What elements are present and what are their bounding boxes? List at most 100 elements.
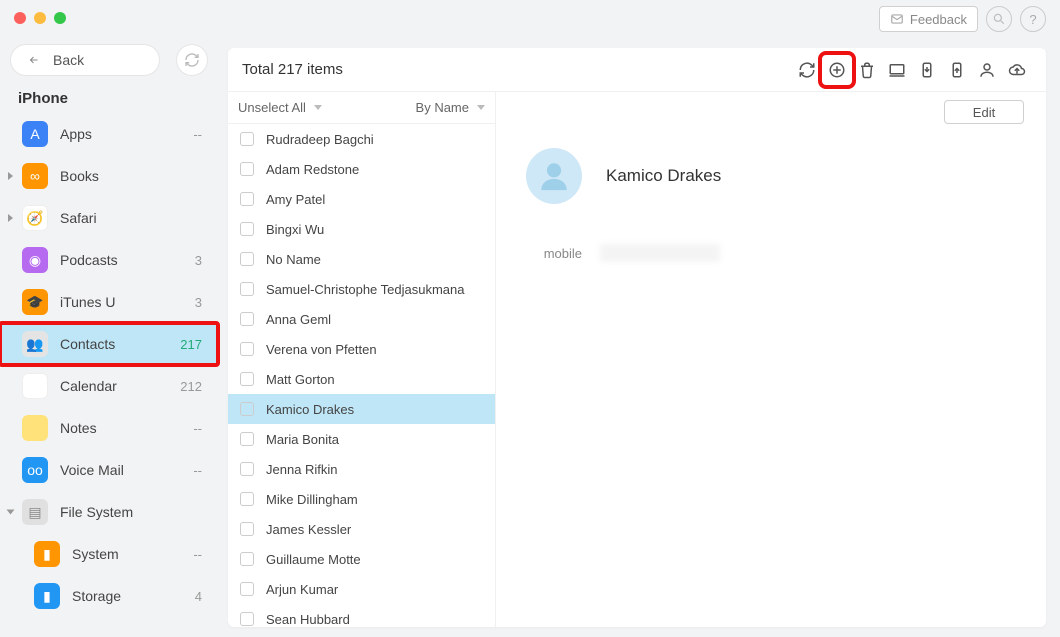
sidebar-item-label: Notes bbox=[60, 420, 97, 436]
checkbox[interactable] bbox=[240, 222, 254, 236]
to-mac-button[interactable] bbox=[882, 55, 912, 85]
contact-row[interactable]: Kamico Drakes bbox=[228, 394, 495, 424]
sidebar-item-label: Storage bbox=[72, 588, 121, 604]
sidebar-item-label: Contacts bbox=[60, 336, 115, 352]
sidebar-refresh-button[interactable] bbox=[176, 44, 208, 76]
plus-circle-icon bbox=[828, 61, 846, 79]
sidebar-item-count: 217 bbox=[180, 337, 202, 352]
checkbox[interactable] bbox=[240, 552, 254, 566]
back-button[interactable]: Back bbox=[10, 44, 160, 76]
contact-row-name: Guillaume Motte bbox=[266, 552, 361, 567]
notes-icon bbox=[22, 415, 48, 441]
checkbox[interactable] bbox=[240, 522, 254, 536]
sidebar-item-label: iTunes U bbox=[60, 294, 116, 310]
safari-icon: 🧭 bbox=[22, 205, 48, 231]
contact-row[interactable]: Anna Geml bbox=[228, 304, 495, 334]
sidebar-item-itunesu[interactable]: 🎓iTunes U3 bbox=[0, 281, 218, 323]
arrow-left-icon bbox=[25, 54, 43, 66]
sidebar-item-apps[interactable]: AApps-- bbox=[0, 113, 218, 155]
checkbox[interactable] bbox=[240, 402, 254, 416]
to-device-button[interactable] bbox=[912, 55, 942, 85]
sidebar-item-count: 212 bbox=[180, 379, 202, 394]
checkbox[interactable] bbox=[240, 282, 254, 296]
checkbox[interactable] bbox=[240, 342, 254, 356]
close-window-icon[interactable] bbox=[14, 12, 26, 24]
contact-row-name: Maria Bonita bbox=[266, 432, 339, 447]
checkbox[interactable] bbox=[240, 432, 254, 446]
contact-row-name: James Kessler bbox=[266, 522, 351, 537]
contact-row[interactable]: Rudradeep Bagchi bbox=[228, 124, 495, 154]
contact-row[interactable]: Matt Gorton bbox=[228, 364, 495, 394]
sidebar-item-count: 4 bbox=[195, 589, 202, 604]
sidebar-item-calendar[interactable]: 5Calendar212 bbox=[0, 365, 218, 407]
cloud-button[interactable] bbox=[1002, 55, 1032, 85]
contact-row[interactable]: Amy Patel bbox=[228, 184, 495, 214]
help-button[interactable]: ? bbox=[1020, 6, 1046, 32]
contact-row[interactable]: No Name bbox=[228, 244, 495, 274]
checkbox[interactable] bbox=[240, 252, 254, 266]
checkbox[interactable] bbox=[240, 312, 254, 326]
contact-row-name: Anna Geml bbox=[266, 312, 331, 327]
device-out-icon bbox=[948, 61, 966, 79]
search-button[interactable] bbox=[986, 6, 1012, 32]
sidebar-item-count: -- bbox=[193, 463, 202, 478]
refresh-button[interactable] bbox=[792, 55, 822, 85]
zoom-window-icon[interactable] bbox=[54, 12, 66, 24]
back-label: Back bbox=[53, 52, 84, 68]
checkbox[interactable] bbox=[240, 132, 254, 146]
total-label: Total 217 items bbox=[242, 61, 343, 78]
contact-name: Kamico Drakes bbox=[606, 166, 721, 186]
contact-row[interactable]: Mike Dillingham bbox=[228, 484, 495, 514]
sort-dropdown[interactable]: By Name bbox=[416, 100, 485, 115]
sidebar-item-notes[interactable]: Notes-- bbox=[0, 407, 218, 449]
from-device-button[interactable] bbox=[942, 55, 972, 85]
sidebar-item-contacts[interactable]: 👥Contacts217 bbox=[0, 323, 218, 365]
checkbox[interactable] bbox=[240, 582, 254, 596]
refresh-icon bbox=[798, 61, 816, 79]
contact-row[interactable]: Maria Bonita bbox=[228, 424, 495, 454]
add-button[interactable] bbox=[822, 55, 852, 85]
contact-row[interactable]: Adam Redstone bbox=[228, 154, 495, 184]
sidebar: Back iPhone AApps-- ∞Books 🧭Safari ◉Podc… bbox=[0, 36, 218, 637]
contact-detail: Edit Kamico Drakes mobile bbox=[496, 92, 1046, 627]
merge-button[interactable] bbox=[972, 55, 1002, 85]
contact-row[interactable]: Samuel-Christophe Tedjasukmana bbox=[228, 274, 495, 304]
sidebar-item-podcasts[interactable]: ◉Podcasts3 bbox=[0, 239, 218, 281]
contact-rows[interactable]: Rudradeep BagchiAdam RedstoneAmy PatelBi… bbox=[228, 124, 495, 627]
contact-row-name: Mike Dillingham bbox=[266, 492, 358, 507]
feedback-button[interactable]: Feedback bbox=[879, 6, 978, 32]
checkbox[interactable] bbox=[240, 162, 254, 176]
checkbox[interactable] bbox=[240, 612, 254, 626]
contact-row[interactable]: Verena von Pfetten bbox=[228, 334, 495, 364]
help-icon: ? bbox=[1029, 12, 1036, 27]
sidebar-item-label: Apps bbox=[60, 126, 92, 142]
contact-row[interactable]: Guillaume Motte bbox=[228, 544, 495, 574]
sidebar-item-count: 3 bbox=[195, 295, 202, 310]
voicemail-icon: oo bbox=[22, 457, 48, 483]
sidebar-item-label: Podcasts bbox=[60, 252, 118, 268]
sidebar-item-filesystem[interactable]: ▤File System bbox=[0, 491, 218, 533]
books-icon: ∞ bbox=[22, 163, 48, 189]
titlebar: Feedback ? bbox=[0, 0, 1060, 36]
sidebar-item-storage[interactable]: ▮Storage4 bbox=[0, 575, 218, 617]
podcasts-icon: ◉ bbox=[22, 247, 48, 273]
contact-row[interactable]: James Kessler bbox=[228, 514, 495, 544]
contact-row[interactable]: Arjun Kumar bbox=[228, 574, 495, 604]
contact-row[interactable]: Bingxi Wu bbox=[228, 214, 495, 244]
delete-button[interactable] bbox=[852, 55, 882, 85]
checkbox[interactable] bbox=[240, 462, 254, 476]
checkbox[interactable] bbox=[240, 492, 254, 506]
checkbox[interactable] bbox=[240, 372, 254, 386]
unselect-all-dropdown[interactable]: Unselect All bbox=[238, 100, 322, 115]
toolbar: Total 217 items bbox=[228, 48, 1046, 92]
sidebar-item-label: Books bbox=[60, 168, 99, 184]
edit-button[interactable]: Edit bbox=[944, 100, 1024, 124]
contact-row[interactable]: Sean Hubbard bbox=[228, 604, 495, 627]
minimize-window-icon[interactable] bbox=[34, 12, 46, 24]
sidebar-item-system[interactable]: ▮System-- bbox=[0, 533, 218, 575]
sidebar-item-books[interactable]: ∞ Books bbox=[0, 155, 218, 197]
sidebar-item-safari[interactable]: 🧭Safari bbox=[0, 197, 218, 239]
contact-row[interactable]: Jenna Rifkin bbox=[228, 454, 495, 484]
sidebar-item-voicemail[interactable]: ooVoice Mail-- bbox=[0, 449, 218, 491]
checkbox[interactable] bbox=[240, 192, 254, 206]
